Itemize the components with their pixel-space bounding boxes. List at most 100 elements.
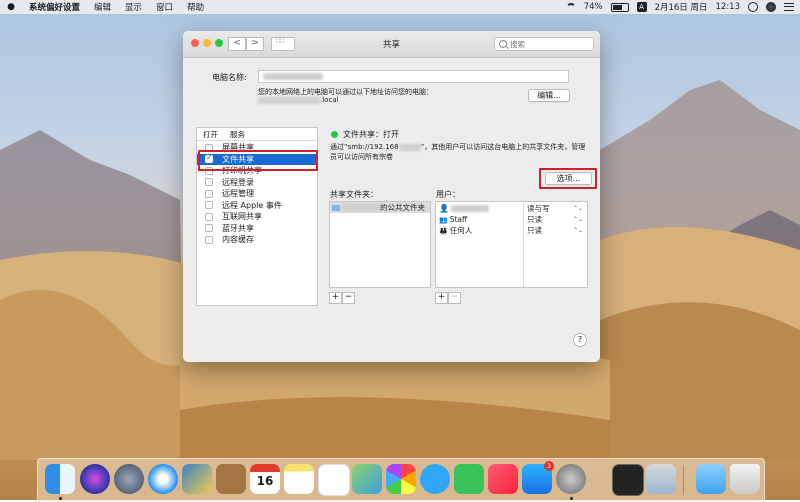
service-checkbox[interactable] bbox=[205, 178, 213, 187]
col-on-header: 打开 bbox=[203, 129, 218, 139]
service-row-remote-apple-events[interactable]: 远程 Apple 事件 bbox=[197, 200, 317, 212]
music-icon[interactable] bbox=[488, 464, 518, 494]
computer-name-field[interactable] bbox=[258, 70, 569, 83]
notes-icon[interactable] bbox=[284, 464, 314, 494]
permission-popup[interactable]: 只读 ⌃⌄ bbox=[524, 225, 587, 236]
add-user-button[interactable]: + bbox=[435, 292, 448, 304]
service-label: 远程登录 bbox=[222, 177, 254, 187]
permission-value: 读与写 bbox=[527, 204, 550, 213]
remove-user-button[interactable]: − bbox=[448, 292, 461, 304]
user-row-staff[interactable]: 👥 Staff bbox=[439, 214, 523, 225]
service-label: 远程管理 bbox=[222, 189, 254, 199]
service-label: 远程 Apple 事件 bbox=[222, 200, 282, 210]
local-address-redacted bbox=[258, 96, 320, 104]
permission-value: 只读 bbox=[527, 226, 542, 235]
safari-icon[interactable] bbox=[148, 464, 178, 494]
siri-icon[interactable] bbox=[766, 2, 776, 12]
user-name: Staff bbox=[449, 215, 468, 224]
trash-icon[interactable] bbox=[730, 464, 760, 494]
menu-view[interactable]: 显示 bbox=[118, 1, 149, 13]
menu-help[interactable]: 帮助 bbox=[180, 1, 211, 13]
shared-folder-item[interactable]: 的公共文件夹 bbox=[330, 202, 430, 213]
local-address-suffix: .local bbox=[320, 96, 339, 104]
menu-date[interactable]: 2月16日 周日 bbox=[655, 1, 708, 13]
menu-app-name[interactable]: 系统偏好设置 bbox=[22, 1, 87, 13]
computer-name-label: 电脑名称: bbox=[212, 73, 247, 82]
permission-popup[interactable]: 读与写 ⌃⌄ bbox=[524, 203, 587, 214]
calendar-icon[interactable]: 16 bbox=[250, 464, 280, 494]
description-line1: ”，其他用户可以访问这台电脑上的共享文件夹，管理 bbox=[420, 143, 586, 151]
local-address: .local bbox=[258, 96, 339, 104]
menu-bar: ● 系统偏好设置 编辑 显示 窗口 帮助 74% A 2月16日 周日 12:1… bbox=[0, 0, 800, 14]
apple-menu-icon[interactable]: ● bbox=[0, 2, 22, 12]
service-checkbox[interactable] bbox=[205, 235, 213, 244]
photos-icon[interactable] bbox=[386, 464, 416, 494]
group-icon: 👥 bbox=[439, 215, 448, 224]
service-row-remote-management[interactable]: 远程管理 bbox=[197, 188, 317, 200]
battery-icon[interactable] bbox=[610, 2, 629, 12]
service-row-content-caching[interactable]: 内容缓存 bbox=[197, 234, 317, 246]
dock: 16 3 bbox=[37, 458, 765, 502]
shared-folder-name: 的公共文件夹 bbox=[380, 203, 425, 212]
search-icon bbox=[499, 40, 507, 48]
siri-app-icon[interactable] bbox=[80, 464, 110, 494]
smb-address-prefix: 通过“smb://192.168 bbox=[330, 143, 399, 151]
services-header: 打开 服务 bbox=[197, 128, 317, 141]
search-input[interactable] bbox=[510, 39, 590, 49]
service-checkbox[interactable] bbox=[205, 212, 213, 221]
preview-icon[interactable] bbox=[646, 464, 676, 494]
finder-icon[interactable] bbox=[45, 464, 75, 494]
facetime-icon[interactable] bbox=[454, 464, 484, 494]
reminders-icon[interactable] bbox=[318, 464, 350, 496]
launchpad-icon[interactable] bbox=[114, 464, 144, 494]
users-permissions-column: 读与写 ⌃⌄ 只读 ⌃⌄ 只读 ⌃⌄ bbox=[524, 202, 587, 287]
edit-button[interactable]: 编辑... bbox=[528, 89, 570, 102]
service-checkbox[interactable] bbox=[205, 189, 213, 198]
service-row-bluetooth-sharing[interactable]: 蓝牙共享 bbox=[197, 223, 317, 235]
user-name-redacted bbox=[450, 205, 489, 212]
user-row-everyone[interactable]: 👪 任何人 bbox=[439, 225, 523, 236]
remove-folder-button[interactable]: − bbox=[342, 292, 355, 304]
user-row-owner[interactable]: 👤 bbox=[439, 203, 523, 214]
menu-time[interactable]: 12:13 bbox=[716, 2, 741, 12]
user-add-remove: + − bbox=[435, 292, 461, 304]
maps-icon[interactable] bbox=[352, 464, 382, 494]
users-label: 用户： bbox=[436, 190, 460, 199]
service-checkbox[interactable] bbox=[205, 224, 213, 233]
menu-edit[interactable]: 编辑 bbox=[87, 1, 118, 13]
permission-popup[interactable]: 只读 ⌃⌄ bbox=[524, 214, 587, 225]
file-sharing-description: 通过“smb://192.168 ”，其他用户可以访问这台电脑上的共享文件夹，管理… bbox=[330, 142, 588, 162]
service-label: 蓝牙共享 bbox=[222, 223, 254, 233]
menu-window[interactable]: 窗口 bbox=[149, 1, 180, 13]
wifi-icon[interactable] bbox=[565, 3, 576, 11]
search-field[interactable] bbox=[494, 37, 594, 51]
service-checkbox[interactable] bbox=[205, 201, 213, 210]
battery-percent: 74% bbox=[583, 2, 603, 12]
notification-center-icon[interactable] bbox=[784, 3, 794, 11]
user-name: 任何人 bbox=[449, 226, 473, 235]
help-button[interactable]: ? bbox=[573, 333, 587, 347]
col-service-header: 服务 bbox=[230, 129, 245, 139]
service-row-internet-sharing[interactable]: 互联网共享 bbox=[197, 211, 317, 223]
service-row-remote-login[interactable]: 远程登录 bbox=[197, 177, 317, 189]
users-names-column: 👤 👥 Staff 👪 任何人 bbox=[436, 202, 524, 287]
messages-icon[interactable] bbox=[420, 464, 450, 494]
add-folder-button[interactable]: + bbox=[329, 292, 342, 304]
input-method-icon[interactable]: A bbox=[636, 2, 647, 12]
everyone-icon: 👪 bbox=[439, 226, 448, 235]
menu-extras: 74% A 2月16日 周日 12:13 bbox=[565, 1, 800, 13]
downloads-folder-icon[interactable] bbox=[696, 464, 726, 494]
folder-icon bbox=[332, 204, 340, 211]
file-sharing-status: 文件共享：打开 bbox=[331, 129, 399, 140]
description-line2: 员可以访问所有宗卷 bbox=[330, 153, 393, 161]
spotlight-icon[interactable] bbox=[748, 2, 758, 12]
contacts-icon[interactable] bbox=[216, 464, 246, 494]
popup-stepper-icon: ⌃⌄ bbox=[572, 216, 583, 223]
shared-folders-label: 共享文件夹： bbox=[330, 190, 378, 199]
smb-address-redacted bbox=[398, 143, 421, 151]
system-preferences-icon[interactable] bbox=[556, 464, 586, 494]
terminal-icon[interactable] bbox=[612, 464, 644, 496]
service-label: 内容缓存 bbox=[222, 235, 254, 245]
popup-stepper-icon: ⌃⌄ bbox=[572, 227, 583, 234]
mail-icon[interactable] bbox=[182, 464, 212, 494]
